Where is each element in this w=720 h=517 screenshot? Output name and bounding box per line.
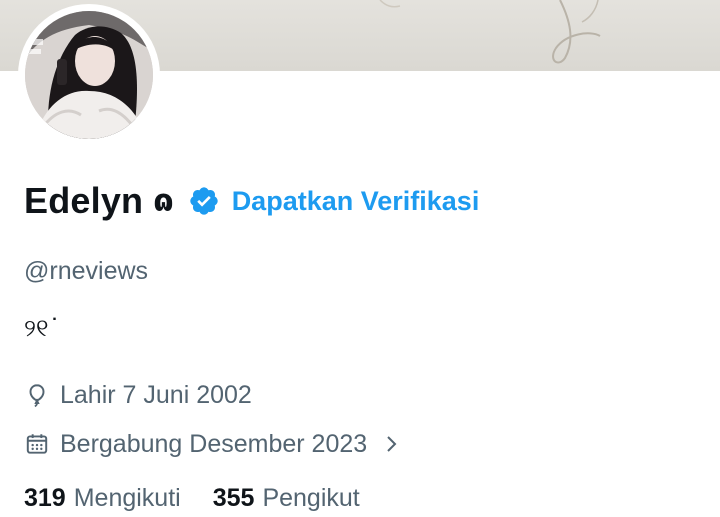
name-glyph: ɷ: [153, 183, 174, 219]
get-verified-link[interactable]: Dapatkan Verifikasi: [232, 186, 480, 217]
followers-link[interactable]: 355 Pengikut: [213, 484, 360, 513]
joined-row[interactable]: Bergabung Desember 2023: [24, 426, 401, 462]
followers-count: 355: [212, 484, 255, 512]
balloon-icon: [24, 382, 50, 408]
calendar-icon: [24, 431, 50, 457]
chevron-right-icon[interactable]: [383, 433, 401, 455]
user-handle: @rneviews: [24, 257, 149, 285]
birthdate-row: Lahir 7 Juni 2002: [24, 377, 252, 413]
following-count: 319: [24, 484, 66, 512]
bio: ୨୧˙: [24, 314, 61, 342]
joined-text: Bergabung Desember 2023: [60, 429, 368, 458]
display-name: Edelyn: [24, 180, 144, 221]
verified-badge-icon[interactable]: [188, 185, 220, 217]
followers-label: Pengikut: [262, 484, 360, 512]
birthdate-text: Lahir 7 Juni 2002: [60, 380, 252, 409]
following-label: Mengikuti: [73, 484, 181, 512]
name-row: Edelyn ɷ Dapatkan Verifikasi: [24, 178, 479, 224]
following-link[interactable]: 319 Mengikuti: [24, 484, 181, 513]
follow-counts: 319 Mengikuti 355 Pengikut: [24, 484, 392, 513]
avatar[interactable]: [25, 11, 153, 139]
avatar-photo: [25, 11, 153, 139]
